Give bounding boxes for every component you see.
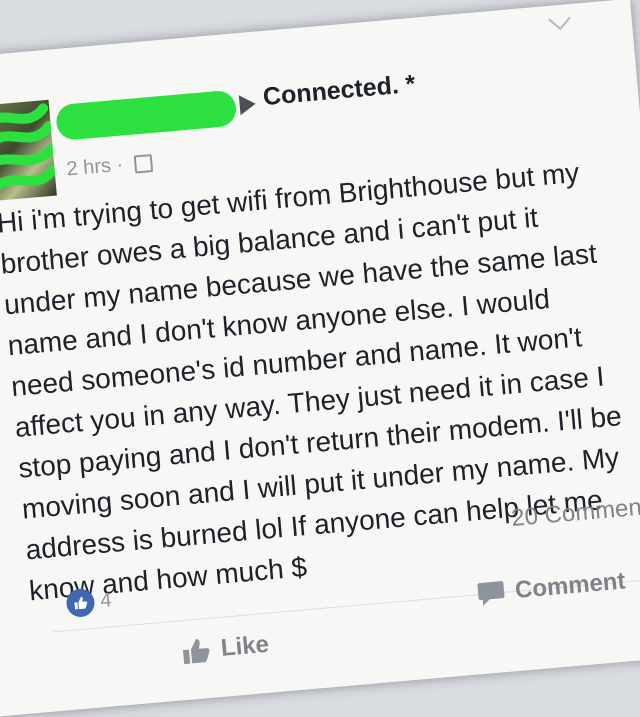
group-name[interactable]: Connected. * [262,70,417,112]
post-meta: 2 hrs · [66,151,154,181]
like-button[interactable]: Like [180,631,270,667]
privacy-icon [133,153,154,174]
comment-label: Comment [513,567,627,604]
shared-to-arrow-icon [238,93,257,116]
author-name-redacted [55,89,238,142]
post-content: Connected. * 2 hrs · Hi i'm trying to ge… [0,0,640,713]
avatar[interactable] [0,99,57,202]
like-label: Like [219,630,270,662]
comment-button[interactable]: Comment [476,567,627,608]
post-card: Connected. * 2 hrs · Hi i'm trying to ge… [0,0,640,717]
comment-bubble-icon [477,581,505,606]
post-text: Hi i'm trying to get wifi from Brighthou… [0,156,623,607]
likes-count: 4 [99,588,113,612]
meta-separator: · [115,153,125,177]
like-reaction-icon [65,587,96,619]
reactions-summary[interactable]: 4 [65,586,113,619]
post-time[interactable]: 2 hrs [66,155,112,181]
chevron-down-icon[interactable] [548,7,571,31]
thumbs-up-icon [182,638,210,665]
redaction-scribble [0,103,57,194]
